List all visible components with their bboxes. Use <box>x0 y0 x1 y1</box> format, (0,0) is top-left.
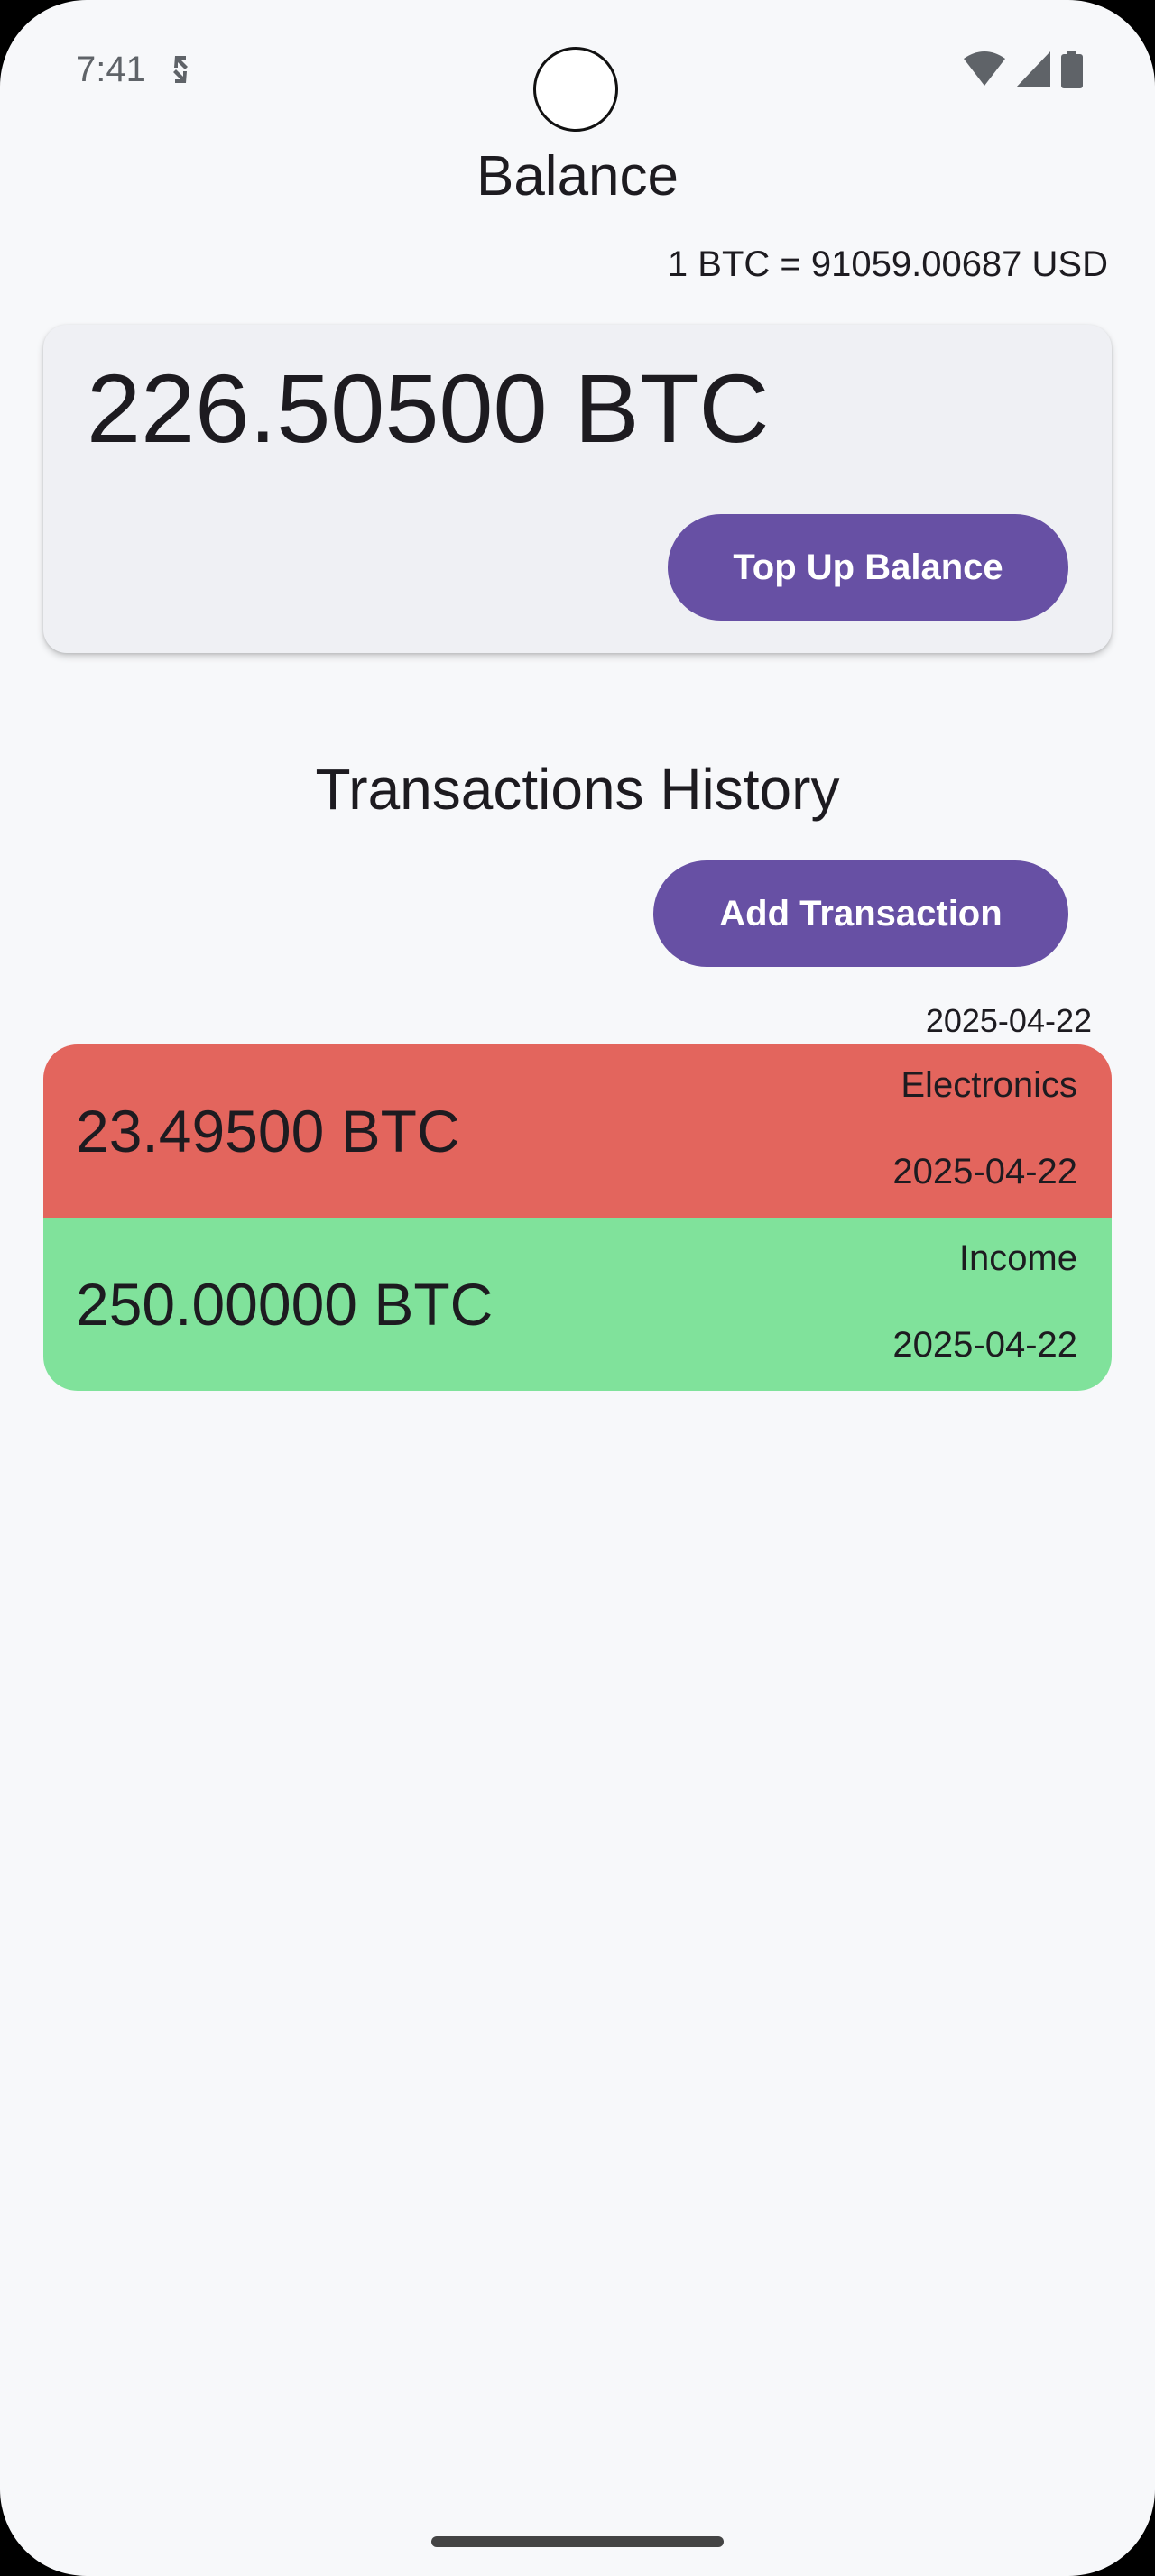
transaction-category: Income <box>958 1238 1077 1278</box>
transaction-date: 2025-04-22 <box>892 1325 1077 1365</box>
transaction-date: 2025-04-22 <box>892 1152 1077 1191</box>
sync-icon <box>173 56 188 83</box>
exchange-rate: 1 BTC = 91059.00687 USD <box>667 244 1108 284</box>
status-icons <box>964 51 1083 88</box>
status-time: 7:41 <box>76 50 146 89</box>
camera-cutout <box>533 47 618 132</box>
transaction-group-date: 2025-04-22 <box>925 1002 1092 1039</box>
wifi-icon <box>964 51 1005 86</box>
top-up-balance-button[interactable]: Top Up Balance <box>668 514 1068 621</box>
balance-amount: 226.50500 BTC <box>87 354 770 463</box>
page-title: Balance <box>476 145 679 207</box>
home-indicator[interactable] <box>431 2536 724 2547</box>
battery-icon <box>1061 51 1083 88</box>
signal-icon <box>1016 51 1050 87</box>
transaction-amount: 23.49500 BTC <box>76 1098 460 1164</box>
transaction-row-income[interactable]: 250.00000 BTC Income 2025-04-22 <box>43 1218 1112 1391</box>
balance-card: 226.50500 BTC Top Up Balance <box>43 325 1112 653</box>
transactions-history-title: Transactions History <box>315 757 840 822</box>
transaction-row-expense[interactable]: 23.49500 BTC Electronics 2025-04-22 <box>43 1044 1112 1218</box>
transaction-category: Electronics <box>901 1065 1077 1105</box>
phone-screen: 7:41 Balance 1 BTC = 91059.00687 USD 226… <box>0 0 1155 2576</box>
transaction-list: 23.49500 BTC Electronics 2025-04-22 250.… <box>43 1044 1112 1391</box>
add-transaction-button[interactable]: Add Transaction <box>653 860 1068 967</box>
transaction-amount: 250.00000 BTC <box>76 1271 494 1338</box>
